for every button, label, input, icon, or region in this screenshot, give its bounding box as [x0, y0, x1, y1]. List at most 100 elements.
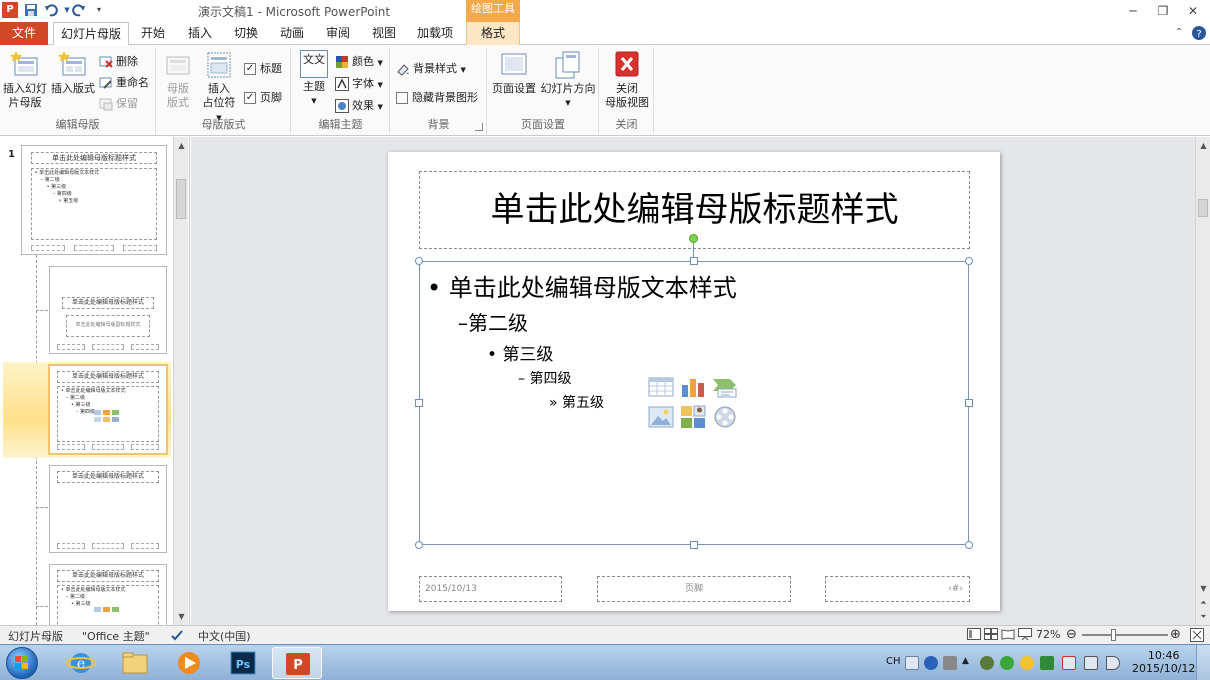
user-tray-icon[interactable]: [980, 656, 994, 670]
date-placeholder[interactable]: 2015/10/13: [419, 576, 562, 602]
thumbnail-slide-master[interactable]: 单击此处编辑母版标题样式 • 单击此处编辑母版文本样式 – 第二级 • 第三级 …: [21, 145, 167, 255]
insert-table-icon[interactable]: [648, 375, 674, 399]
ime-indicator[interactable]: CH: [886, 656, 901, 667]
zoom-slider-knob[interactable]: [1111, 629, 1116, 641]
tab-format[interactable]: 格式: [466, 22, 520, 45]
close-window-icon[interactable]: ✕: [1180, 2, 1206, 20]
zoom-out-icon[interactable]: ⊖: [1066, 627, 1077, 642]
thumbnail-pane-scrollbar[interactable]: ▲ ▼: [173, 137, 188, 625]
undo-icon[interactable]: [44, 3, 58, 17]
resize-handle-top[interactable]: [690, 257, 698, 265]
tab-animations[interactable]: 动画: [275, 22, 309, 45]
tab-file[interactable]: 文件: [0, 22, 48, 45]
ribbon-collapse-icon[interactable]: ⌃: [1170, 22, 1188, 45]
thumbnail-scroll-thumb[interactable]: [176, 179, 186, 219]
customize-quick-access-icon[interactable]: ▾: [92, 3, 106, 17]
show-desktop-button[interactable]: [1196, 645, 1210, 680]
previous-slide-icon[interactable]: ⏶: [1196, 596, 1210, 609]
system-clock[interactable]: 10:46 2015/10/12: [1132, 649, 1195, 675]
insert-smartart-icon[interactable]: [712, 375, 738, 399]
help-icon[interactable]: ?: [1190, 22, 1208, 45]
thumbnail-scroll-down-icon[interactable]: ▼: [174, 610, 189, 623]
thumbnail-scroll-up-icon[interactable]: ▲: [174, 139, 189, 152]
zoom-in-icon[interactable]: ⊕: [1170, 627, 1181, 642]
spell-check-icon[interactable]: [170, 628, 184, 645]
volume-tray-icon[interactable]: [1106, 656, 1120, 670]
taskbar-powerpoint[interactable]: P: [272, 647, 322, 679]
edit-scroll-up-icon[interactable]: ▲: [1196, 139, 1210, 152]
insert-media-icon[interactable]: [712, 405, 738, 429]
thumbnail-layout-title-slide[interactable]: 单击此处编辑母版标题样式 单击此处编辑母版副标题样式: [49, 266, 167, 354]
insert-slide-master-button[interactable]: 插入幻灯 片母版: [2, 50, 48, 110]
insert-layout-button[interactable]: 插入版式: [50, 50, 96, 96]
keyboard-tray-icon[interactable]: [905, 656, 919, 670]
restore-icon[interactable]: ❐: [1150, 2, 1176, 20]
powerpoint-app-icon[interactable]: P: [2, 2, 18, 18]
status-language[interactable]: 中文(中国): [198, 628, 251, 644]
title-checkbox[interactable]: ✓ 标题: [244, 60, 282, 78]
thumbnail-layout-title-only[interactable]: 单击此处编辑母版标题样式: [49, 465, 167, 553]
next-slide-icon[interactable]: ⏷: [1196, 610, 1210, 623]
edit-scroll-thumb[interactable]: [1198, 199, 1208, 217]
thumbnail-layout-content[interactable]: 单击此处编辑母版标题样式 • 单击此处编辑母版文本样式 – 第二级 • 第三级: [49, 564, 167, 625]
ime-help-tray-icon[interactable]: [924, 656, 938, 670]
background-styles-button[interactable]: 背景样式 ▼: [396, 60, 466, 78]
minimize-icon[interactable]: ─: [1120, 2, 1146, 20]
taskbar-file-explorer[interactable]: [110, 647, 160, 679]
insert-chart-icon[interactable]: [680, 375, 706, 399]
edit-scroll-down-icon[interactable]: ▼: [1196, 582, 1210, 595]
show-hidden-icons-icon[interactable]: ▲: [962, 656, 969, 666]
body-placeholder[interactable]: • 单击此处编辑母版文本样式 –第二级 • 第三级 – 第四级 » 第五级: [419, 261, 969, 545]
rotate-handle[interactable]: [689, 234, 698, 243]
rename-button[interactable]: 重命名: [99, 74, 149, 92]
resize-handle-bottom-right[interactable]: [965, 541, 973, 549]
fonts-button[interactable]: 字体 ▼: [335, 75, 383, 93]
qq-tray-icon[interactable]: [1020, 656, 1034, 670]
effects-button[interactable]: 效果 ▼: [335, 97, 383, 115]
redo-icon[interactable]: [72, 3, 86, 17]
taskbar-internet-explorer[interactable]: e: [56, 647, 106, 679]
tab-insert[interactable]: 插入: [183, 22, 217, 45]
zoom-level[interactable]: 72%: [1036, 628, 1060, 641]
start-button[interactable]: [6, 647, 38, 679]
network-tray-icon[interactable]: [1084, 656, 1098, 670]
resize-handle-top-left[interactable]: [415, 257, 423, 265]
resize-handle-left[interactable]: [415, 399, 423, 407]
tab-slide-master[interactable]: 幻灯片母版: [53, 22, 129, 46]
tab-transitions[interactable]: 切换: [229, 22, 263, 45]
insert-clip-art-icon[interactable]: [680, 405, 706, 429]
taskbar-photoshop[interactable]: Ps: [218, 647, 268, 679]
tab-home[interactable]: 开始: [136, 22, 170, 45]
colors-button[interactable]: 颜色 ▼: [335, 53, 383, 71]
hide-background-graphics-checkbox[interactable]: 隐藏背景图形: [396, 89, 478, 107]
edit-area-scrollbar[interactable]: ▲ ▼ ⏶ ⏷: [1195, 137, 1210, 625]
preserve-button[interactable]: 保留: [99, 95, 138, 113]
slide-sorter-view-icon[interactable]: [984, 628, 998, 643]
resize-handle-top-right[interactable]: [965, 257, 973, 265]
footer-placeholder[interactable]: 页脚: [597, 576, 791, 602]
slide-canvas[interactable]: 单击此处编辑母版标题样式 • 单击此处编辑母版文本样式 –第二级 • 第三级 –…: [388, 152, 1000, 611]
slide-orientation-button[interactable]: 幻灯片方向 ▼: [540, 50, 596, 110]
page-setup-button[interactable]: 页面设置: [490, 50, 538, 96]
resize-handle-bottom-left[interactable]: [415, 541, 423, 549]
zoom-slider-track[interactable]: [1082, 634, 1168, 636]
save-icon[interactable]: [24, 3, 38, 17]
themes-button[interactable]: 文文 主题 ▼: [298, 50, 330, 108]
delete-button[interactable]: 删除: [99, 53, 138, 71]
alert-tray-icon[interactable]: [1062, 656, 1076, 670]
taskbar-media-player[interactable]: [164, 647, 214, 679]
resize-handle-right[interactable]: [965, 399, 973, 407]
tab-add-ins[interactable]: 加载项: [413, 22, 457, 45]
master-layout-button[interactable]: 母版 版式: [161, 50, 195, 110]
ime-settings-tray-icon[interactable]: [943, 656, 957, 670]
resize-handle-bottom[interactable]: [690, 541, 698, 549]
fit-slide-to-window-icon[interactable]: [1190, 628, 1204, 645]
update-tray-icon[interactable]: [1000, 656, 1014, 670]
tab-review[interactable]: 审阅: [321, 22, 355, 45]
insert-placeholder-button[interactable]: 插入 占位符 ▼: [199, 50, 239, 125]
slide-number-placeholder[interactable]: ‹#›: [825, 576, 970, 602]
footer-checkbox[interactable]: ✓ 页脚: [244, 89, 282, 107]
insert-picture-icon[interactable]: [648, 405, 674, 429]
security-shield-icon[interactable]: [1040, 656, 1054, 670]
tab-view[interactable]: 视图: [367, 22, 401, 45]
